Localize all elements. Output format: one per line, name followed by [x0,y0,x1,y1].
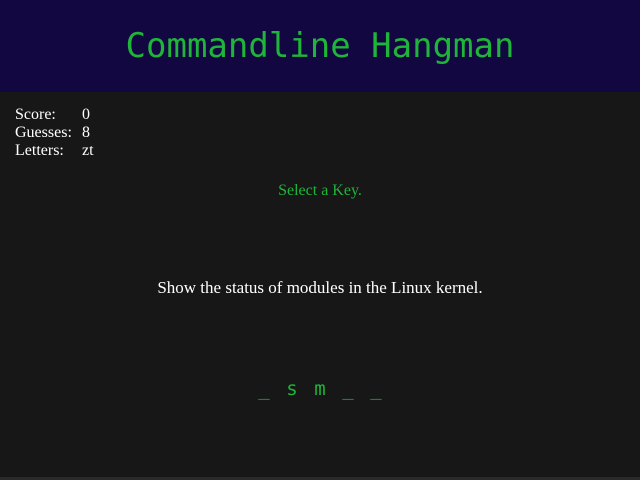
score-row: Score: 0 [15,106,94,124]
letters-label: Letters: [15,142,64,159]
stats-panel: Score: 0 Guesses: 8 Letters: zt [15,106,94,160]
select-key-prompt: Select a Key. [278,182,362,199]
word-display: _ s m _ _ [0,378,640,400]
score-value: 0 [82,106,90,123]
letters-row: Letters: zt [15,142,94,160]
letter-slot: s [286,378,298,400]
letter-slot: _ [342,378,354,400]
letters-value: zt [82,142,94,159]
guesses-row: Guesses: 8 [15,124,94,142]
guesses-value: 8 [82,124,90,141]
command-clue: Show the status of modules in the Linux … [157,278,483,297]
page-title: Commandline Hangman [125,26,515,66]
hangman-app: Commandline Hangman Score: 0 Guesses: 8 … [0,0,640,480]
letter-slot: m [314,378,326,400]
score-label: Score: [15,106,56,123]
letter-slot: _ [370,378,382,400]
guesses-label: Guesses: [15,124,72,141]
header-bar: Commandline Hangman [0,0,640,92]
letter-slot: _ [258,378,270,400]
